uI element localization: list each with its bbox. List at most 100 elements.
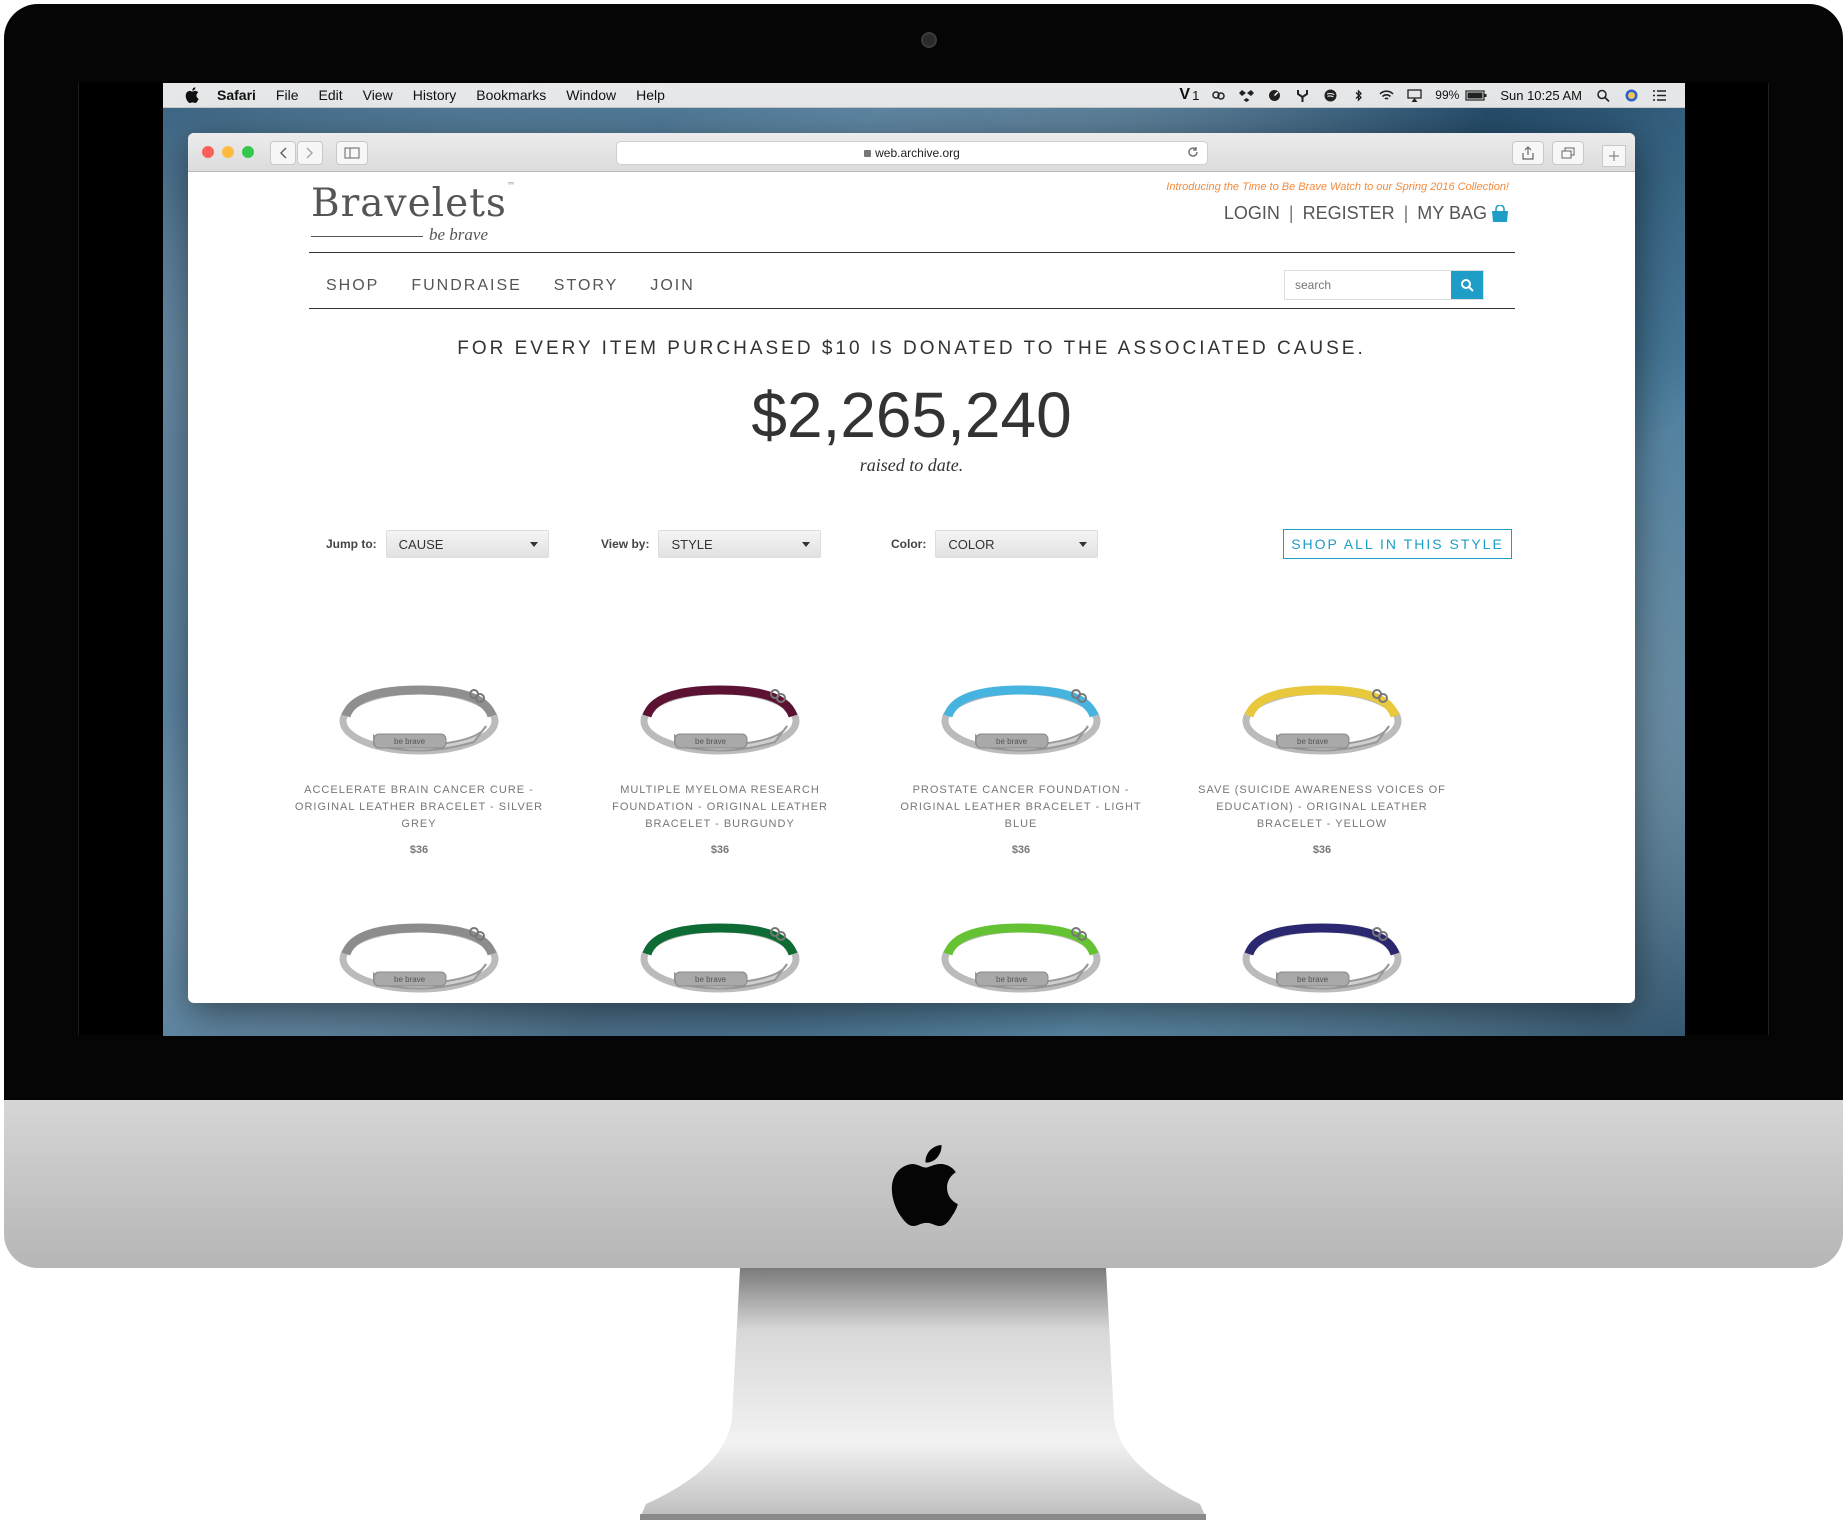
color-select-value: COLOR — [948, 536, 995, 552]
bracelet-image[interactable]: be brave — [334, 914, 504, 1003]
share-button[interactable] — [1512, 141, 1544, 165]
product-price: $36 — [710, 844, 730, 856]
menu-edit[interactable]: Edit — [318, 87, 342, 103]
separator: | — [1403, 203, 1409, 223]
product-name[interactable]: MULTIPLE MYELOMA RESEARCH FOUNDATION - O… — [595, 782, 845, 833]
cause-select-value: CAUSE — [398, 536, 444, 552]
bracelet-image[interactable]: be brave — [936, 676, 1106, 766]
style-select[interactable]: STYLE — [658, 530, 822, 558]
nav-shop[interactable]: SHOP — [326, 277, 379, 295]
register-link[interactable]: REGISTER — [1303, 203, 1395, 224]
bracelet-engraving: be brave — [394, 975, 426, 984]
product-card[interactable]: be brave — [294, 914, 544, 1003]
shop-all-in-style-button[interactable]: SHOP ALL IN THIS STYLE — [1283, 529, 1512, 559]
url-text: web.archive.org — [875, 146, 960, 160]
close-window-button[interactable] — [202, 146, 214, 158]
link-icon[interactable] — [1211, 89, 1226, 102]
raised-caption: raised to date. — [859, 455, 964, 475]
user-avatar-icon[interactable] — [1624, 89, 1639, 102]
battery-percent[interactable]: 99% — [1435, 88, 1459, 102]
dropdown-caret-icon — [802, 541, 811, 547]
apple-menu-icon[interactable] — [185, 87, 199, 103]
bluetooth-icon[interactable] — [1351, 88, 1366, 102]
bracelet-image[interactable]: be brave — [334, 676, 504, 766]
vpn-status[interactable]: V — [1179, 86, 1190, 104]
product-card[interactable]: be brave — [1197, 914, 1447, 1003]
search-icon — [1461, 279, 1474, 292]
spotlight-search-icon[interactable] — [1596, 89, 1611, 102]
main-nav: SHOP FUNDRAISE STORY JOIN — [326, 277, 727, 295]
cause-select[interactable]: CAUSE — [385, 530, 549, 558]
dropbox-icon[interactable] — [1239, 89, 1255, 102]
color-label: Color: — [891, 537, 927, 551]
minimize-window-button[interactable] — [222, 146, 234, 158]
tabs-overview-button[interactable] — [1552, 141, 1584, 165]
wifi-icon[interactable] — [1379, 89, 1394, 102]
back-button[interactable] — [270, 141, 296, 165]
shopping-bag-icon[interactable] — [1491, 204, 1509, 223]
logo-text: Bravelets — [311, 181, 507, 226]
camera-icon — [921, 32, 937, 48]
safari-window: web.archive.org Bravelets™ be brave Intr… — [188, 133, 1635, 1003]
product-card[interactable]: be brave MULTIPLE MYELOMA RESEARCH FOUNDA… — [595, 676, 845, 856]
product-card[interactable]: be brave ACCELERATE BRAIN CANCER CURE - O… — [294, 676, 544, 856]
product-card[interactable]: be brave SAVE (SUICIDE AWARENESS VOICES O… — [1197, 676, 1447, 856]
zoom-window-button[interactable] — [242, 146, 254, 158]
clock[interactable]: Sun 10:25 AM — [1500, 88, 1582, 103]
nav-fundraise[interactable]: FUNDRAISE — [411, 277, 521, 295]
bracelet-image[interactable]: be brave — [936, 914, 1106, 1003]
my-bag-link[interactable]: MY BAG — [1417, 203, 1487, 224]
product-name[interactable]: ACCELERATE BRAIN CANCER CURE - ORIGINAL … — [294, 782, 544, 833]
imac-stand — [640, 1268, 1206, 1520]
trademark-symbol: ™ — [506, 181, 516, 190]
bracelet-image[interactable]: be brave — [635, 676, 805, 766]
menu-window[interactable]: Window — [566, 87, 616, 103]
header-divider — [309, 252, 1515, 253]
sidebar-toggle-button[interactable] — [336, 141, 368, 165]
vpn-count: 1 — [1192, 87, 1200, 103]
dropdown-caret-icon — [1079, 541, 1088, 547]
new-tab-button[interactable] — [1602, 145, 1626, 167]
product-name[interactable]: PROSTATE CANCER FOUNDATION - ORIGINAL LE… — [896, 782, 1146, 833]
promo-banner[interactable]: Introducing the Time to Be Brave Watch t… — [1166, 181, 1509, 193]
address-bar[interactable]: web.archive.org — [616, 141, 1208, 165]
nav-story[interactable]: STORY — [554, 277, 619, 295]
menu-history[interactable]: History — [413, 87, 457, 103]
product-price: $36 — [1312, 844, 1332, 856]
color-select[interactable]: COLOR — [935, 530, 1099, 558]
login-link[interactable]: LOGIN — [1224, 203, 1280, 224]
menu-app-safari[interactable]: Safari — [217, 87, 256, 103]
dashboard-icon[interactable] — [1267, 89, 1282, 102]
search-input[interactable] — [1285, 271, 1447, 299]
menu-view[interactable]: View — [363, 87, 393, 103]
product-card[interactable]: be brave PROSTATE CANCER FOUNDATION - ORI… — [896, 676, 1146, 856]
bracelet-engraving: be brave — [1297, 975, 1329, 984]
fork-icon[interactable] — [1295, 89, 1310, 102]
bracelet-engraving: be brave — [695, 737, 727, 746]
donation-statement: FOR EVERY ITEM PURCHASED $10 IS DONATED … — [457, 338, 1366, 359]
airplay-icon[interactable] — [1407, 88, 1422, 102]
bracelet-image[interactable]: be brave — [1237, 914, 1407, 1003]
web-page: Bravelets™ be brave Introducing the Time… — [188, 171, 1635, 1003]
forward-button[interactable] — [297, 141, 323, 165]
search-button[interactable] — [1451, 271, 1483, 299]
plus-icon — [1609, 151, 1619, 161]
nav-join[interactable]: JOIN — [650, 277, 694, 295]
menu-help[interactable]: Help — [636, 87, 665, 103]
product-name[interactable]: SAVE (SUICIDE AWARENESS VOICES OF EDUCAT… — [1197, 782, 1447, 833]
product-card[interactable]: be brave — [595, 914, 845, 1003]
bracelet-image[interactable]: be brave — [1237, 676, 1407, 766]
menu-file[interactable]: File — [276, 87, 299, 103]
separator: | — [1288, 203, 1294, 223]
reload-icon[interactable] — [1187, 146, 1199, 158]
imac-chin — [4, 1100, 1843, 1268]
spotify-icon[interactable] — [1323, 89, 1338, 102]
notification-center-icon[interactable] — [1652, 89, 1667, 102]
bracelet-image[interactable]: be brave — [635, 914, 805, 1003]
site-logo[interactable]: Bravelets™ be brave — [311, 181, 516, 244]
account-links: LOGIN | REGISTER | MY BAG — [1224, 203, 1509, 224]
bracelet-engraving: be brave — [394, 737, 426, 746]
menu-bookmarks[interactable]: Bookmarks — [476, 87, 546, 103]
battery-icon[interactable] — [1465, 89, 1487, 102]
product-card[interactable]: be brave — [896, 914, 1146, 1003]
